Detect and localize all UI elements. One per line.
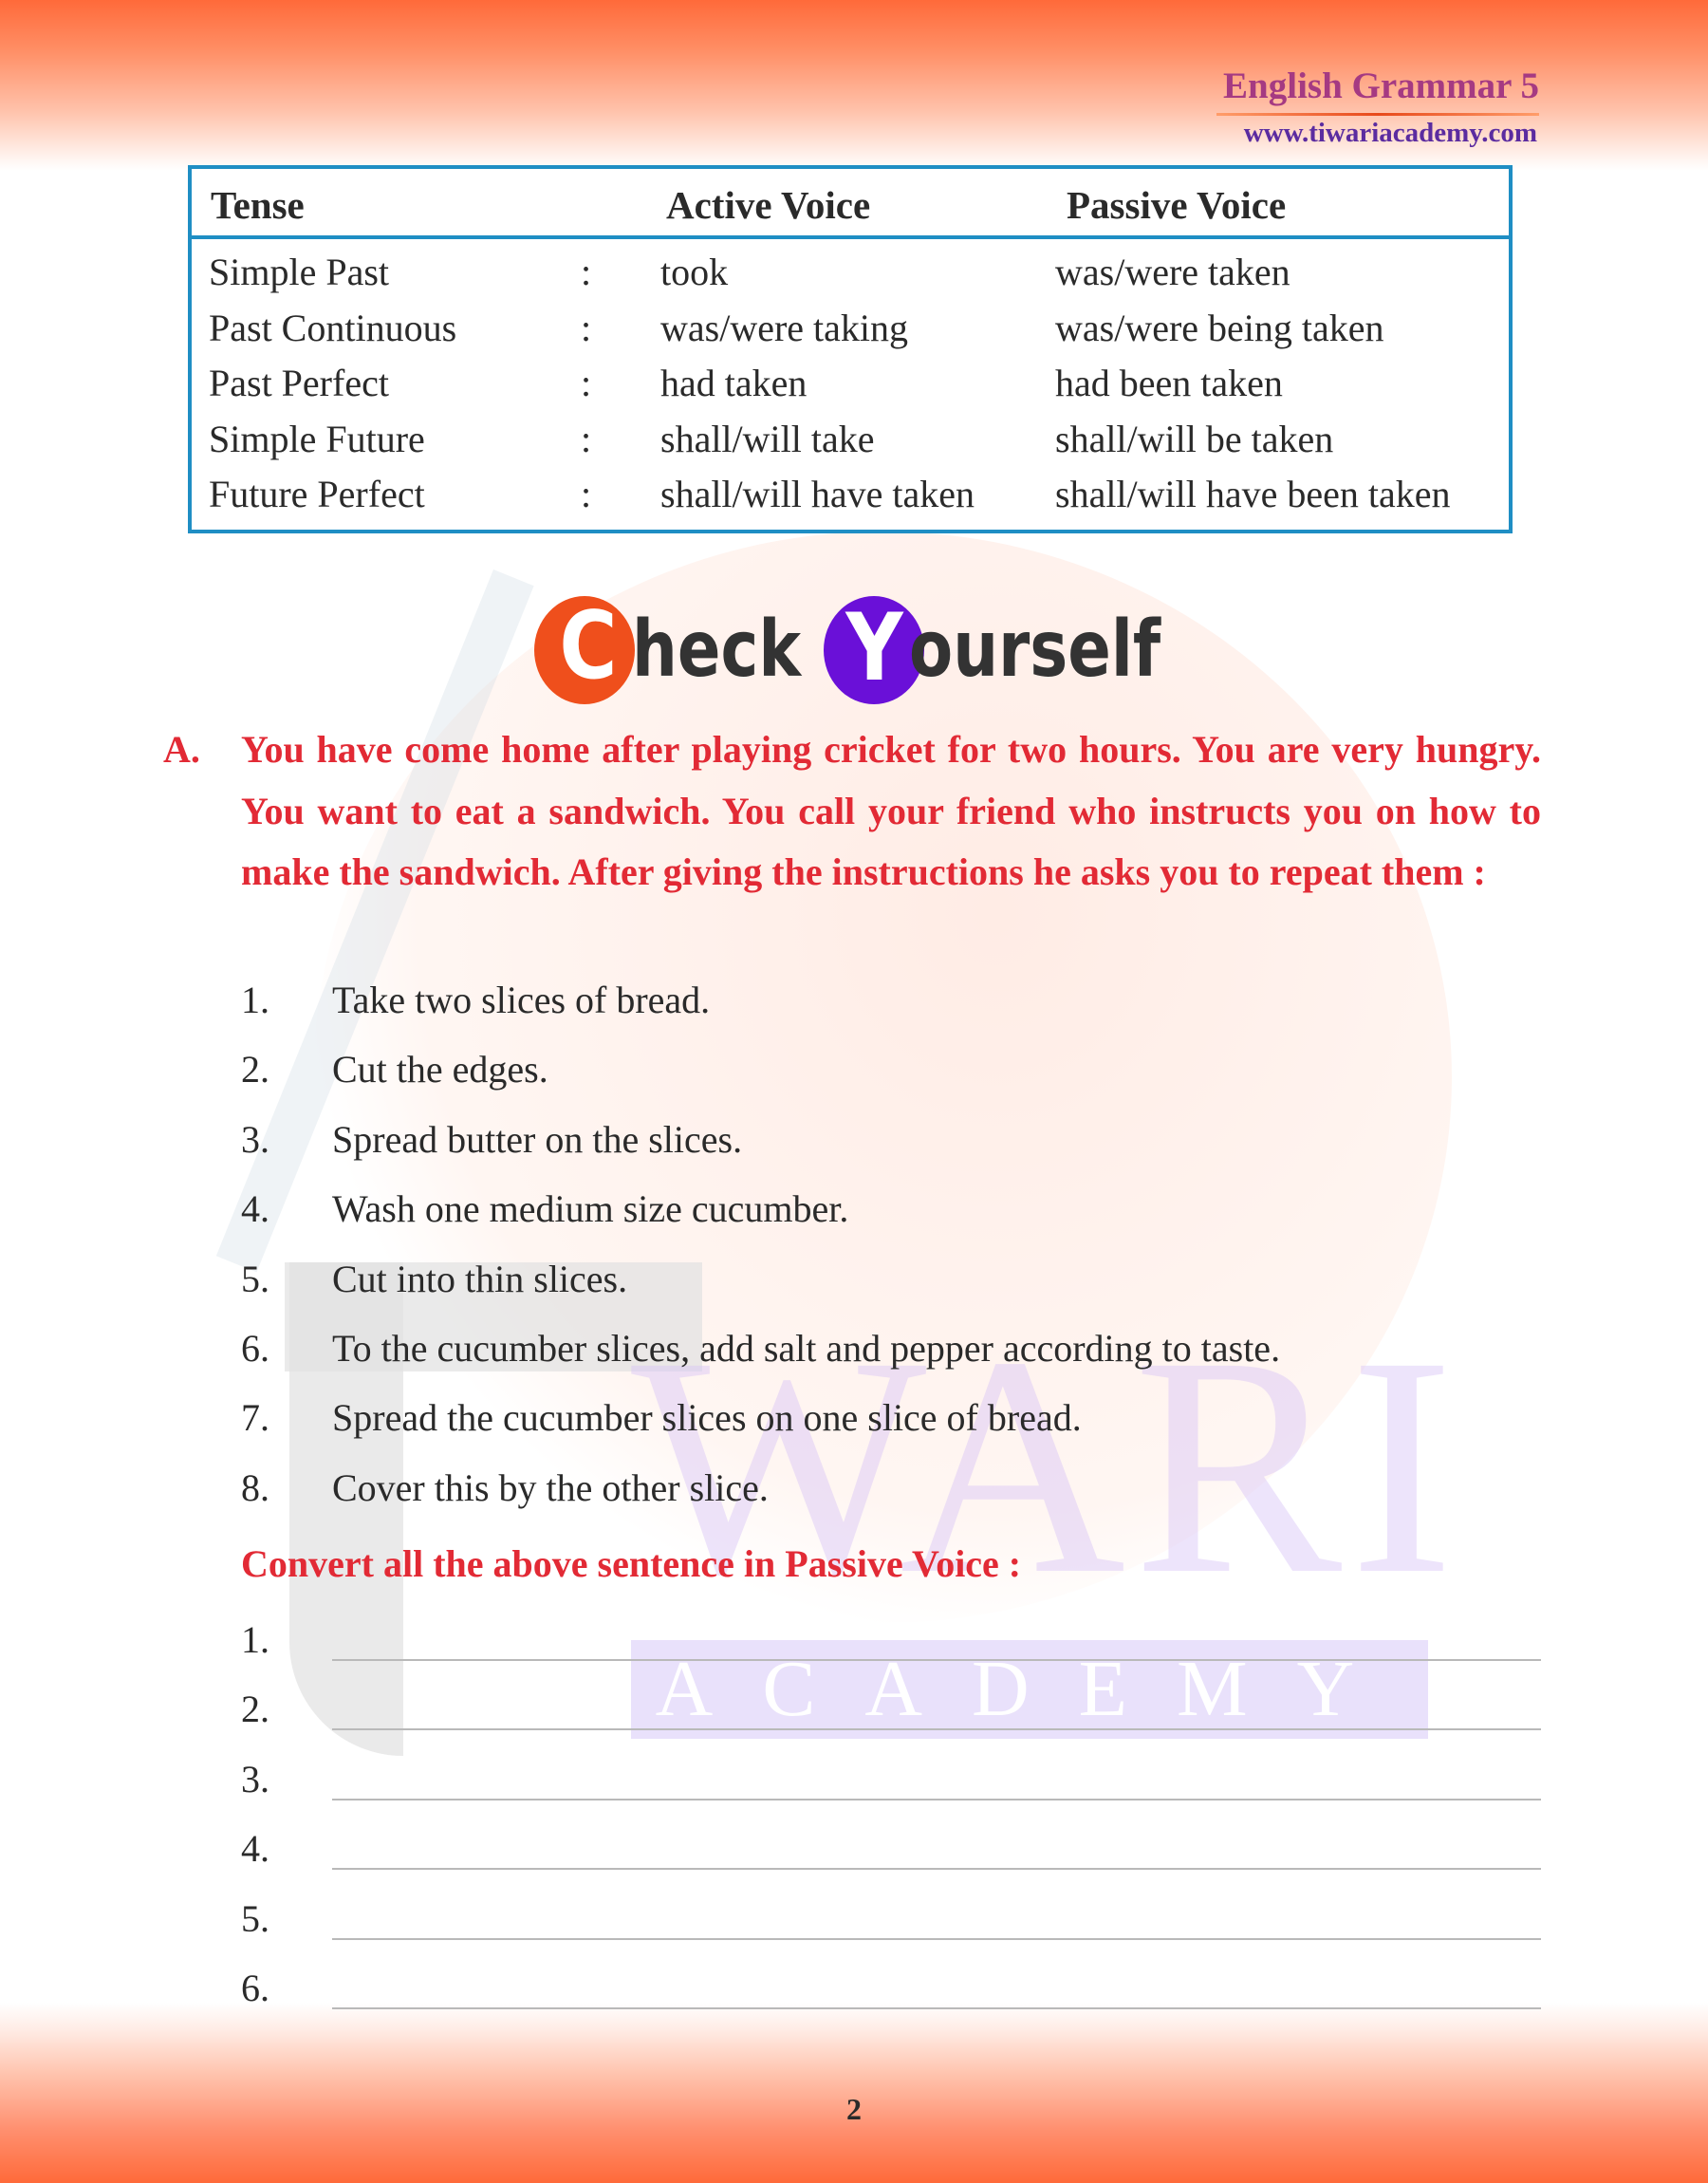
answer-number: 4. [241,1827,269,1871]
active-cell: shall/will take [660,417,875,460]
answer-row: 1. [241,1614,1541,1683]
separator: : [581,251,592,293]
item-number: 6. [241,1326,269,1370]
item-text: Wash one medium size cucumber. [332,1187,849,1231]
tense-table-header: Tense Active Voice Passive Voice [192,169,1509,239]
item-text: To the cucumber slices, add salt and pep… [332,1326,1281,1370]
convert-instruction: Convert all the above sentence in Passiv… [241,1542,1022,1585]
question-label: A. [163,728,200,771]
answer-blank-line[interactable] [332,1937,1541,1940]
question-text: You have come home after playing cricket… [241,728,1541,893]
page: English Grammar 5 www.tiwariacademy.com … [0,0,1708,2183]
separator: : [581,306,592,349]
answer-number: 3. [241,1757,269,1801]
header-active-voice: Active Voice [666,183,871,227]
table-row: Future Perfect : shall/will have taken s… [192,467,1509,523]
yourself-word-rest: ourself [909,605,1161,695]
list-item: 3. Spread butter on the slices. [241,1117,1475,1186]
passive-cell: was/were taken [1055,251,1290,293]
item-number: 2. [241,1048,269,1092]
item-number: 5. [241,1257,269,1300]
active-cell: had taken [660,362,808,404]
item-number: 3. [241,1117,269,1161]
list-item: 1. Take two slices of bread. [241,978,1475,1047]
separator: : [581,473,592,515]
active-cell: shall/will have taken [660,473,975,515]
passive-cell: had been taken [1055,362,1283,404]
table-row: Past Perfect : had taken had been taken [192,356,1509,412]
item-text: Cut the edges. [332,1048,548,1092]
answer-blank-line[interactable] [332,1868,1541,1871]
check-word-rest: heck [632,605,802,695]
item-number: 1. [241,979,269,1021]
answer-blank-line[interactable] [332,1659,1541,1661]
passive-cell: was/were being taken [1055,306,1384,349]
active-cell: took [660,251,729,293]
list-item: 8. Cover this by the other slice. [241,1465,1475,1535]
tense-cell: Simple Future [209,417,425,460]
answer-lines: 1. 2. 3. 4. 5. 6. [241,1614,1541,2031]
list-item: 2. Cut the edges. [241,1047,1475,1116]
tense-cell: Past Continuous [209,306,457,349]
answer-blank-line[interactable] [332,1728,1541,1731]
separator: : [581,417,592,460]
separator: : [581,362,592,404]
item-text: Cut into thin slices. [332,1257,628,1300]
tense-cell: Past Perfect [209,362,389,404]
tense-table: Tense Active Voice Passive Voice Simple … [188,165,1513,533]
item-number: 4. [241,1187,269,1231]
header-passive-voice: Passive Voice [1067,183,1287,227]
page-number: 2 [846,2092,862,2126]
answer-number: 2. [241,1688,269,1731]
item-text: Cover this by the other slice. [332,1465,769,1509]
answer-blank-line[interactable] [332,1798,1541,1801]
instruction-list: 1. Take two slices of bread. 2. Cut the ed… [241,978,1475,1535]
answer-row: 6. [241,1962,1541,2031]
item-text: Take two slices of bread. [332,979,711,1021]
answer-row: 2. [241,1683,1541,1752]
header-divider [1216,113,1539,116]
check-yourself-heading: C heck Y ourself [531,590,1196,704]
table-row: Past Continuous : was/were taking was/we… [192,301,1509,357]
answer-row: 3. [241,1753,1541,1822]
item-text: Spread butter on the slices. [332,1117,743,1161]
answer-row: 5. [241,1893,1541,1962]
item-number: 7. [241,1396,269,1440]
book-title: English Grammar 5 [1223,65,1539,106]
tense-cell: Simple Past [209,251,390,293]
item-number: 8. [241,1465,269,1509]
list-item: 7. Spread the cucumber slices on one slic… [241,1395,1475,1465]
answer-number: 1. [241,1618,269,1661]
active-cell: was/were taking [660,306,909,349]
passive-cell: shall/will be taken [1055,417,1334,460]
answer-number: 6. [241,1966,269,2009]
tense-cell: Future Perfect [209,473,425,515]
c-initial: C [559,592,618,700]
answer-number: 5. [241,1896,269,1940]
header-tense: Tense [211,183,305,227]
answer-blank-line[interactable] [332,2006,1541,2009]
y-initial: Y [845,594,903,702]
passive-cell: shall/will have been taken [1055,473,1451,515]
item-text: Spread the cucumber slices on one slice … [332,1396,1082,1440]
tense-table-body: Simple Past : took was/were taken Past C… [192,245,1509,523]
list-item: 6. To the cucumber slices, add salt and p… [241,1326,1475,1395]
answer-row: 4. [241,1822,1541,1892]
list-item: 4. Wash one medium size cucumber. [241,1186,1475,1256]
table-row: Simple Future : shall/will take shall/wi… [192,412,1509,468]
list-item: 5. Cut into thin slices. [241,1257,1475,1326]
website-link[interactable]: www.tiwariacademy.com [1244,118,1537,149]
table-row: Simple Past : took was/were taken [192,245,1509,301]
